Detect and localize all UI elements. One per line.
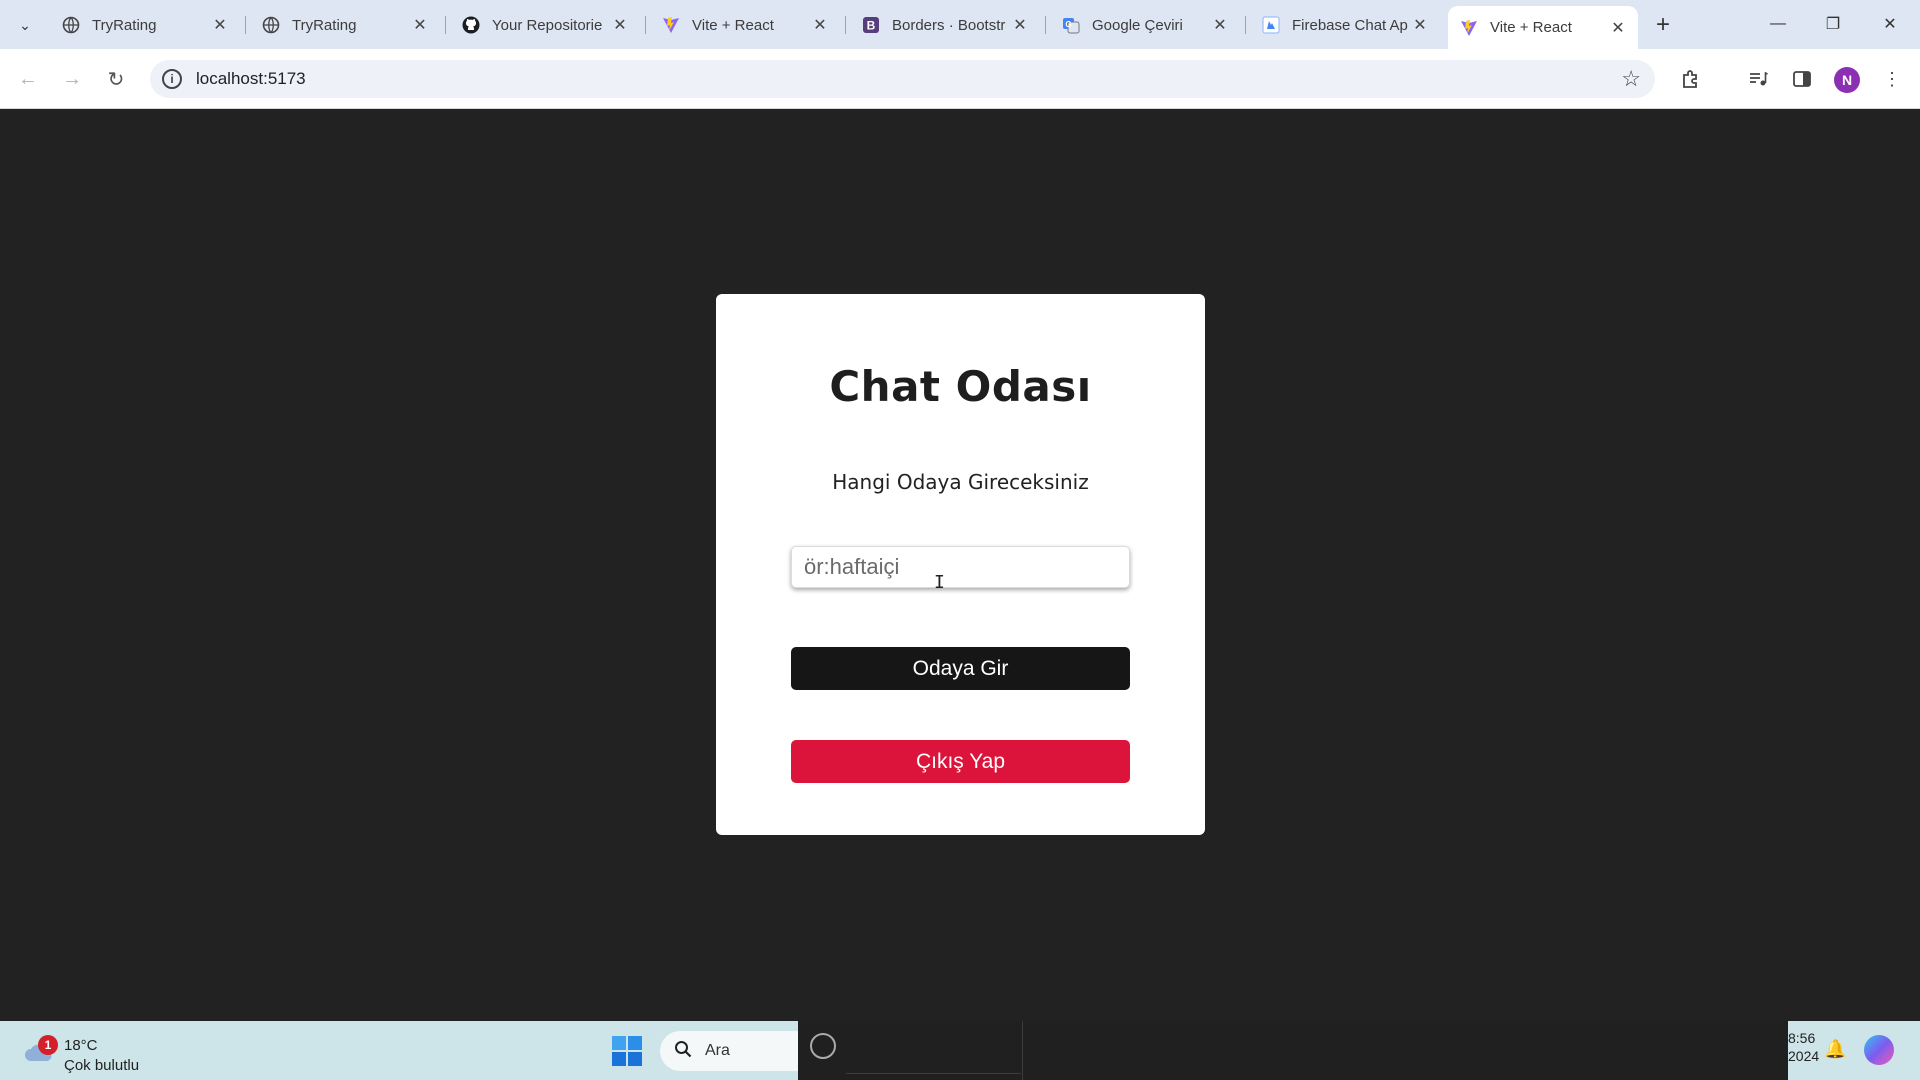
site-info-icon[interactable]: i [162,69,182,89]
tab-title: Borders · Bootstr [892,16,1006,34]
tab-firebase-chat[interactable]: Firebase Chat Ap ✕ [1250,8,1440,42]
bookmark-star-icon[interactable]: ☆ [1621,66,1641,92]
panel-divider [846,1073,1021,1074]
search-label: Ara [705,1042,730,1059]
tab-tryrating-2[interactable]: TryRating ✕ [250,8,440,42]
tab-title: TryRating [92,16,157,34]
page-title: Chat Odası [829,362,1092,411]
tab-divider [445,16,446,34]
close-icon[interactable]: ✕ [1608,18,1628,38]
tab-strip: ⌄ TryRating ✕ TryRating ✕ Your Repositor… [0,0,1920,49]
bootstrap-icon: B [862,16,880,34]
tab-divider [845,16,846,34]
tab-bootstrap-borders[interactable]: B Borders · Bootstr ✕ [850,8,1040,42]
url-text: localhost:5173 [196,69,306,88]
clock-date: 2024 [1788,1048,1820,1064]
weather-widget[interactable]: 1 18°C Çok bulutlu [20,1029,160,1074]
tab-vite-react-1[interactable]: Vite + React ✕ [650,8,840,42]
windows-start-icon[interactable] [612,1036,642,1066]
globe-icon [262,16,280,34]
more-menu-icon[interactable]: ⋮ [1876,63,1908,95]
room-prompt: Hangi Odaya Gireceksiniz [832,470,1089,494]
profile-avatar[interactable]: N [1834,67,1860,93]
tab-search-button[interactable]: ⌄ [10,10,40,40]
tab-divider [1245,16,1246,34]
vite-icon [662,16,680,34]
minimize-icon[interactable]: — [1758,8,1798,40]
weather-condition: Çok bulutlu [64,1057,140,1074]
tab-title: TryRating [292,16,357,34]
close-icon[interactable]: ✕ [410,15,430,35]
system-clock[interactable]: 8:56 2024 [1788,1029,1819,1065]
close-window-icon[interactable]: ✕ [1870,8,1910,40]
weather-notification-badge: 1 [38,1035,58,1055]
vite-icon [1460,19,1478,37]
logout-button[interactable]: Çıkış Yap [791,740,1130,783]
new-tab-button[interactable]: + [1648,10,1678,40]
back-icon[interactable]: ← [12,63,44,95]
browser-toolbar: ← → ↻ i localhost:5173 ☆ N ⋮ [0,49,1920,109]
close-icon[interactable]: ✕ [610,15,630,35]
media-control-icon[interactable] [1742,63,1774,95]
close-icon[interactable]: ✕ [1410,15,1430,35]
tab-divider [1045,16,1046,34]
firebase-icon [1262,16,1280,34]
tab-title: Your Repositorie [492,16,603,34]
chat-room-card: Chat Odası Hangi Odaya Gireceksiniz Oday… [716,294,1205,835]
copilot-icon[interactable] [1864,1035,1894,1065]
extensions-icon[interactable] [1675,63,1707,95]
svg-text:G: G [1065,20,1071,29]
tab-github[interactable]: Your Repositorie ✕ [450,8,640,42]
tab-title: Google Çeviri [1092,16,1183,34]
page-viewport: Chat Odası Hangi Odaya Gireceksiniz Oday… [0,109,1920,1021]
forward-icon[interactable]: → [56,63,88,95]
restore-icon[interactable]: ❐ [1813,8,1853,40]
tab-vite-react-active[interactable]: Vite + React ✕ [1448,6,1638,49]
close-icon[interactable]: ✕ [1010,15,1030,35]
svg-text:B: B [867,19,876,33]
reload-icon[interactable]: ↻ [100,63,132,95]
tab-divider [645,16,646,34]
weather-temperature: 18°C [64,1037,98,1054]
google-translate-icon: G [1062,16,1080,34]
address-bar[interactable]: i localhost:5173 ☆ [150,60,1655,98]
taskbar-app-area [798,1021,1788,1080]
windows-taskbar: 1 18°C Çok bulutlu Ara 8:56 2024 🔔 [0,1021,1920,1080]
tab-title: Vite + React [692,16,774,34]
close-icon[interactable]: ✕ [810,15,830,35]
taskbar-search[interactable]: Ara [660,1031,800,1071]
room-name-input[interactable] [791,546,1130,588]
tab-tryrating-1[interactable]: TryRating ✕ [50,8,240,42]
tab-divider [245,16,246,34]
enter-room-button[interactable]: Odaya Gir [791,647,1130,690]
user-icon[interactable] [810,1033,836,1059]
search-icon [674,1040,692,1063]
tab-google-translate[interactable]: G Google Çeviri ✕ [1050,8,1240,42]
panel-separator [1022,1021,1023,1080]
text-cursor-icon: I [934,572,945,593]
tab-title: Vite + React [1490,19,1572,36]
globe-icon [62,16,80,34]
clock-time: 8:56 [1788,1030,1816,1046]
notification-bell-icon[interactable]: 🔔 [1824,1039,1846,1060]
close-icon[interactable]: ✕ [1210,15,1230,35]
side-panel-icon[interactable] [1786,63,1818,95]
github-icon [462,16,480,34]
close-icon[interactable]: ✕ [210,15,230,35]
tab-title: Firebase Chat Ap [1292,16,1408,34]
